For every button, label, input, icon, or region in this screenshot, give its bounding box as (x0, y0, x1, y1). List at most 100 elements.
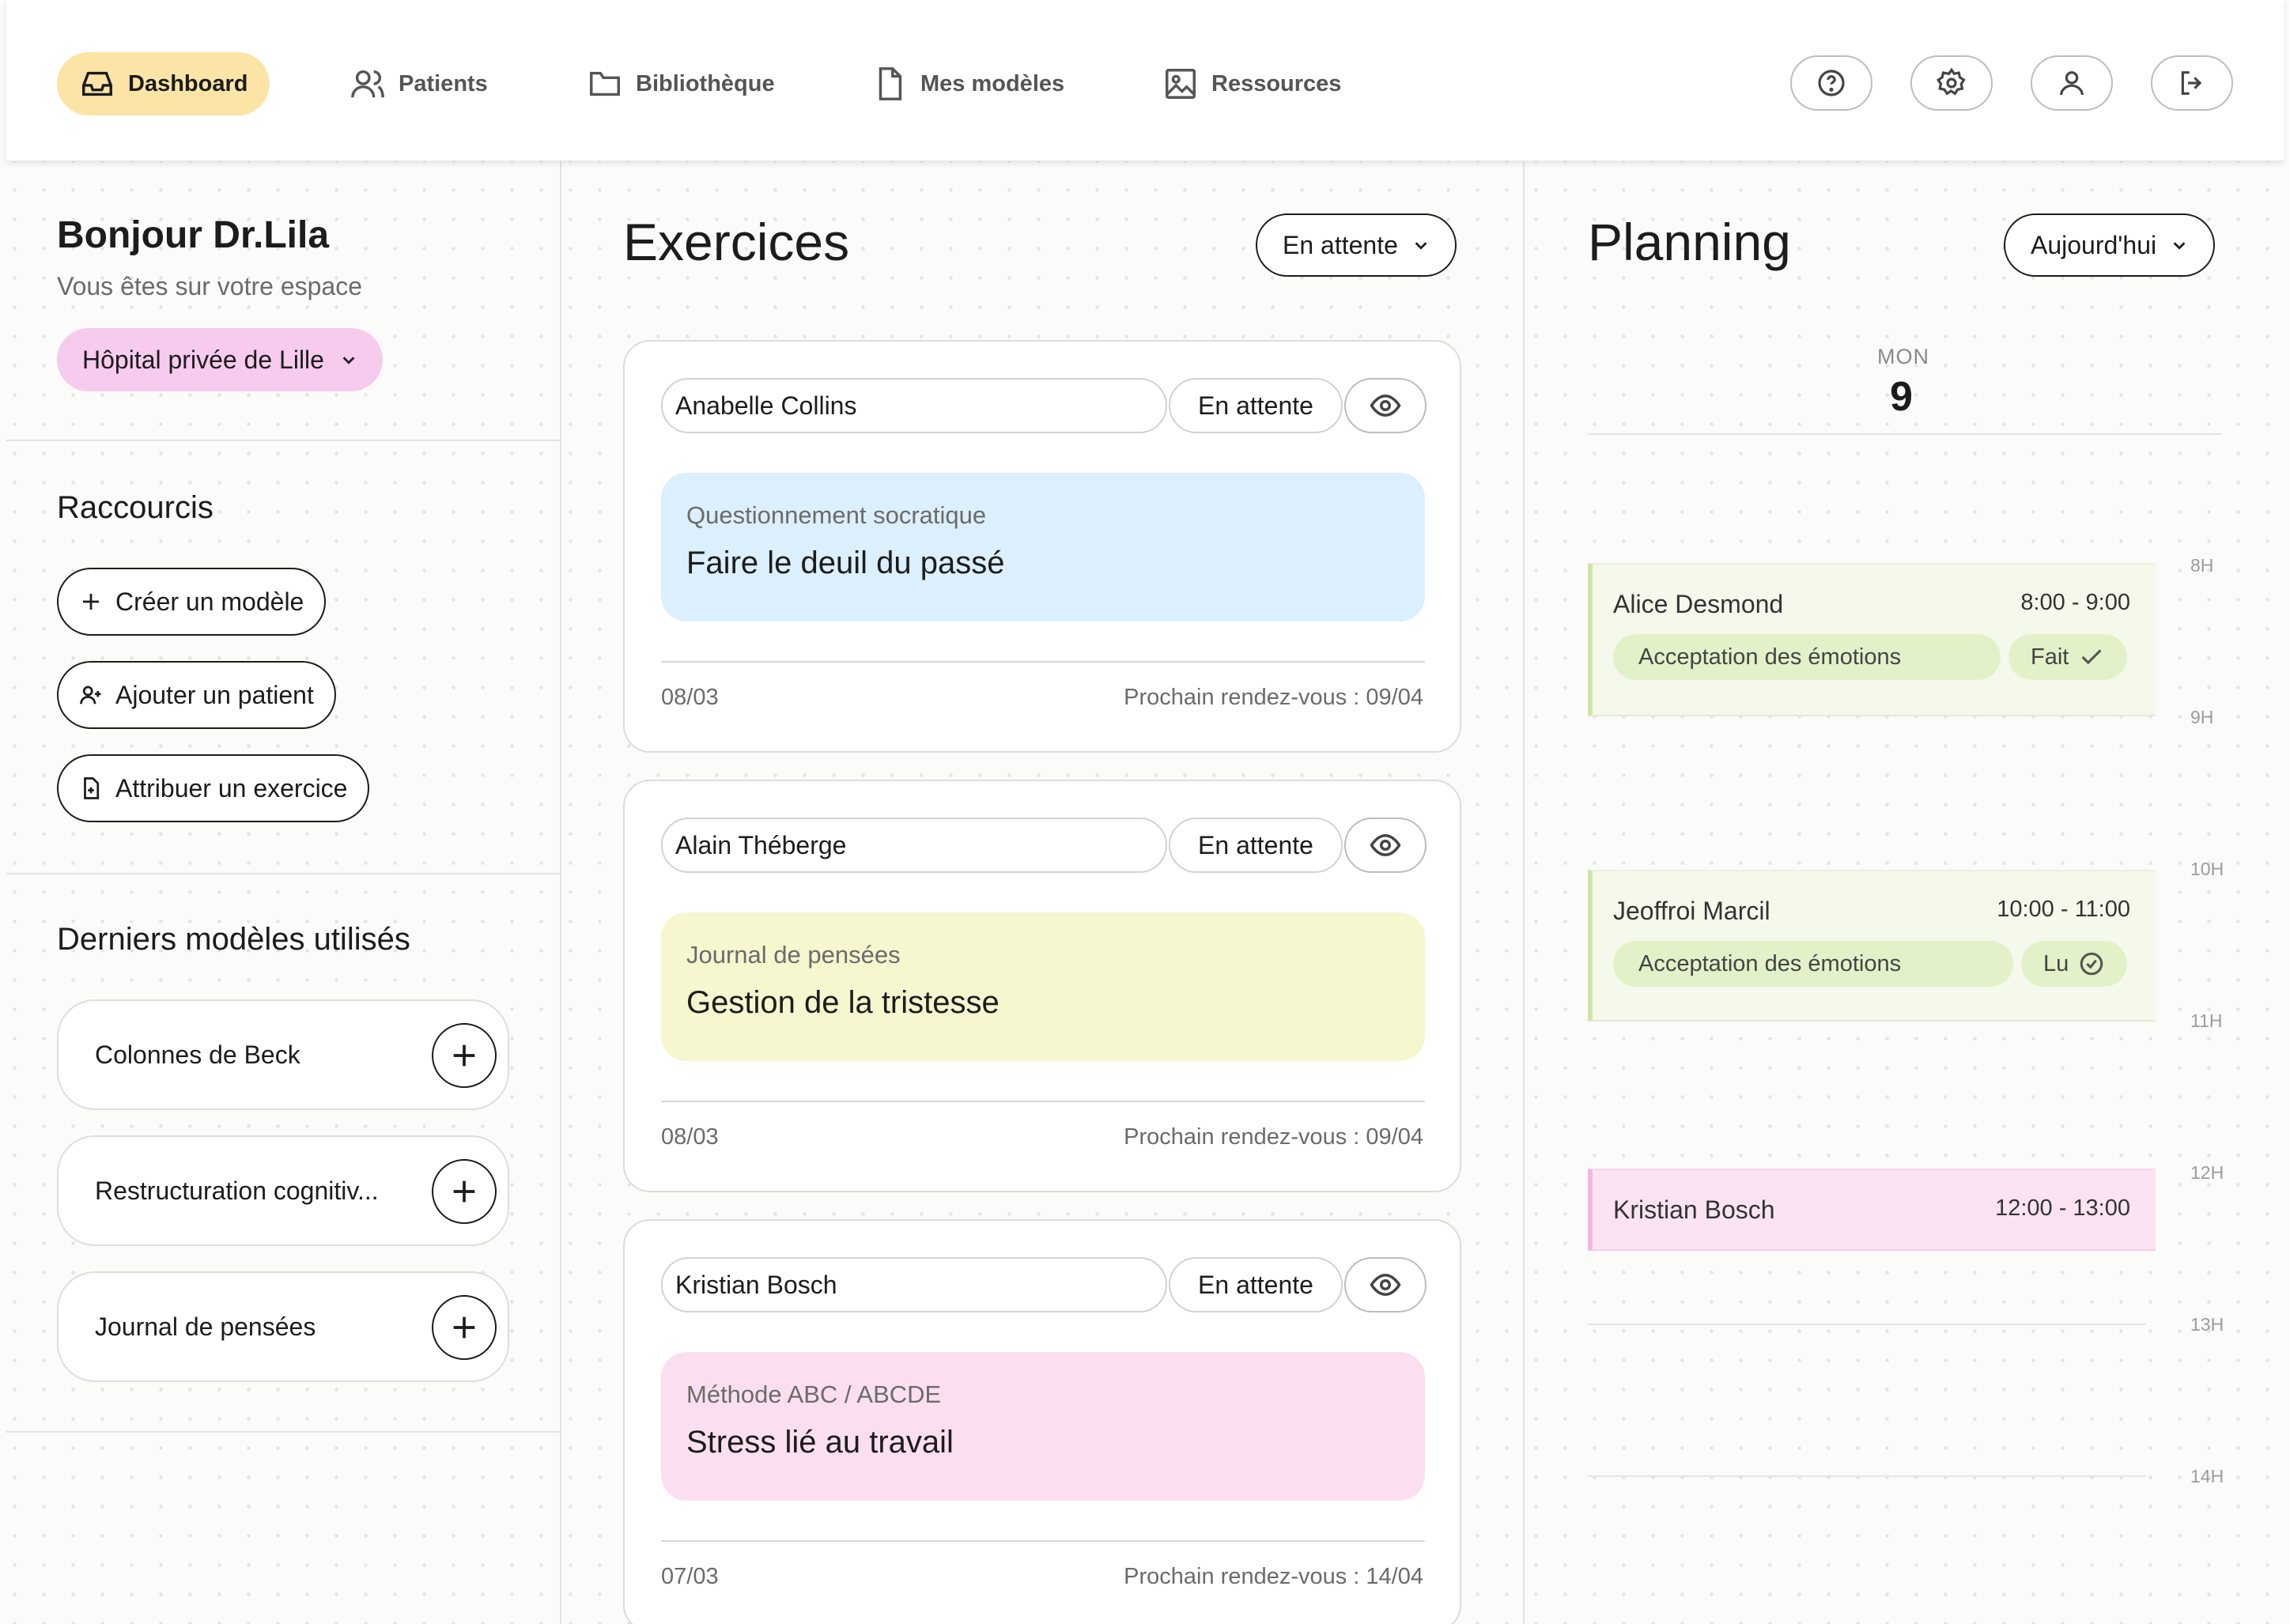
view-exercise-button[interactable] (1344, 818, 1427, 873)
nav-label: Mes modèles (920, 70, 1065, 96)
model-label: Colonnes de Beck (95, 1040, 300, 1069)
settings-button[interactable] (1910, 55, 1993, 111)
next-appointment: Prochain rendez-vous : 14/04 (1124, 1564, 1423, 1589)
section-divider (6, 1431, 560, 1433)
check-circle-icon (2080, 952, 2103, 976)
eye-icon (1370, 833, 1401, 857)
calendar-event[interactable]: Kristian Bosch 12:00 - 13:00 (1588, 1169, 2156, 1251)
event-status: Fait (2008, 634, 2128, 680)
column-divider (560, 161, 561, 1624)
next-appointment: Prochain rendez-vous : 09/04 (1124, 1124, 1423, 1150)
shortcuts-title: Raccourcis (57, 490, 214, 525)
dropdown-label: Aujourd'hui (2031, 230, 2157, 259)
plus-icon (453, 1180, 475, 1203)
event-patient-name: Jeoffroi Marcil (1613, 897, 1770, 925)
hospital-selector[interactable]: Hôpital privée de Lille (57, 328, 383, 391)
logout-button[interactable] (2151, 55, 2233, 111)
add-model-button[interactable] (432, 1295, 497, 1360)
exercise-date: 08/03 (661, 685, 719, 710)
nav-bibliotheque[interactable]: Bibliothèque (565, 52, 797, 115)
card-divider (661, 1540, 1425, 1542)
exercise-title: Gestion de la tristesse (686, 985, 1000, 1020)
exercise-card: Kristian Bosch En attente Méthode ABC / … (623, 1219, 1461, 1624)
planning-filter-dropdown[interactable]: Aujourd'hui (2004, 213, 2216, 277)
logout-icon (2181, 71, 2202, 95)
event-patient-name: Kristian Bosch (1613, 1195, 1775, 1224)
section-divider (6, 440, 560, 441)
image-icon (1166, 69, 1196, 99)
exercise-type: Questionnement socratique (686, 501, 987, 529)
assign-exercise-button[interactable]: Attribuer un exercice (57, 754, 370, 822)
recent-model-card[interactable]: Restructuration cognitiv... (57, 1135, 509, 1246)
day-number: 9 (1890, 374, 1913, 420)
hospital-label: Hôpital privée de Lille (82, 345, 324, 374)
column-divider (1523, 161, 1525, 1624)
event-time: 12:00 - 13:00 (1995, 1195, 2130, 1221)
chevron-down-icon (2173, 242, 2186, 250)
hour-label: 14H (2190, 1466, 2224, 1486)
card-divider (661, 1101, 1425, 1102)
hour-label: 12H (2190, 1162, 2224, 1183)
eye-icon (1370, 1273, 1401, 1297)
nav-label: Ressources (1211, 70, 1342, 96)
exercise-body[interactable]: Questionnement socratique Faire le deuil… (661, 473, 1425, 621)
hour-label: 9H (2190, 707, 2214, 727)
exercise-card: Anabelle Collins En attente Questionneme… (623, 340, 1461, 753)
calendar-event[interactable]: Jeoffroi Marcil 10:00 - 11:00 Acceptatio… (1588, 870, 2156, 1022)
exercise-date: 08/03 (661, 1124, 719, 1150)
dropdown-label: En attente (1283, 230, 1398, 259)
greeting-title: Bonjour Dr.Lila (57, 214, 330, 256)
recent-model-card[interactable]: Colonnes de Beck (57, 999, 509, 1110)
hour-label: 8H (2190, 555, 2214, 576)
hour-label: 11H (2190, 1010, 2223, 1031)
folder-icon (590, 71, 620, 96)
exercise-date: 07/03 (661, 1564, 719, 1589)
nav-label: Patients (399, 70, 488, 96)
nav-label: Dashboard (128, 70, 248, 96)
model-label: Journal de pensées (95, 1312, 316, 1341)
exercise-patient-name: Kristian Bosch (661, 1257, 1167, 1312)
exercise-type: Méthode ABC / ABCDE (686, 1380, 942, 1408)
hour-label: 13H (2190, 1314, 2224, 1335)
help-button[interactable] (1790, 55, 1872, 111)
plus-icon (453, 1044, 475, 1067)
exercise-body[interactable]: Journal de pensées Gestion de la tristes… (661, 912, 1425, 1061)
exercise-status-badge: En attente (1169, 1257, 1343, 1312)
create-model-button[interactable]: Créer un modèle (57, 568, 327, 636)
check-icon (2081, 649, 2102, 665)
exercise-card: Alain Théberge En attente Journal de pen… (623, 780, 1461, 1192)
exercise-status-badge: En attente (1169, 818, 1343, 873)
profile-button[interactable] (2031, 55, 2113, 111)
exercise-patient-name: Anabelle Collins (661, 378, 1167, 433)
nav-patients[interactable]: Patients (327, 52, 510, 115)
add-model-button[interactable] (432, 1159, 497, 1224)
exercise-title: Stress lié au travail (686, 1425, 954, 1460)
planning-title: Planning (1588, 213, 1791, 271)
exercise-body[interactable]: Méthode ABC / ABCDE Stress lié au travai… (661, 1352, 1425, 1501)
event-time: 8:00 - 9:00 (2020, 590, 2130, 615)
file-icon (879, 67, 902, 100)
model-label: Restructuration cognitiv... (95, 1176, 379, 1205)
add-patient-button[interactable]: Ajouter un patient (57, 661, 336, 729)
nav-ressources[interactable]: Ressources (1140, 52, 1363, 115)
exercise-patient-name: Alain Théberge (661, 818, 1167, 873)
event-status-label: Lu (2043, 950, 2069, 976)
nav-label: Bibliothèque (636, 70, 775, 96)
exercises-filter-dropdown[interactable]: En attente (1256, 213, 1457, 277)
user-plus-icon (80, 685, 101, 704)
view-exercise-button[interactable] (1344, 378, 1427, 433)
button-label: Créer un modèle (115, 587, 304, 616)
nav-mes-modeles[interactable]: Mes modèles (849, 52, 1086, 115)
nav-dashboard[interactable]: Dashboard (57, 52, 270, 115)
chevron-down-icon (342, 357, 355, 364)
greeting-subtitle: Vous êtes sur votre espace (57, 272, 362, 300)
view-exercise-button[interactable] (1344, 1257, 1427, 1312)
event-status-label: Fait (2031, 644, 2069, 670)
settings-icon (1936, 67, 1966, 96)
users-icon (351, 70, 384, 98)
help-icon (1818, 70, 1845, 96)
calendar-event[interactable]: Alice Desmond 8:00 - 9:00 Acceptation de… (1588, 563, 2156, 716)
exercise-status-badge: En attente (1169, 378, 1343, 433)
add-model-button[interactable] (432, 1023, 497, 1088)
recent-model-card[interactable]: Journal de pensées (57, 1271, 509, 1382)
